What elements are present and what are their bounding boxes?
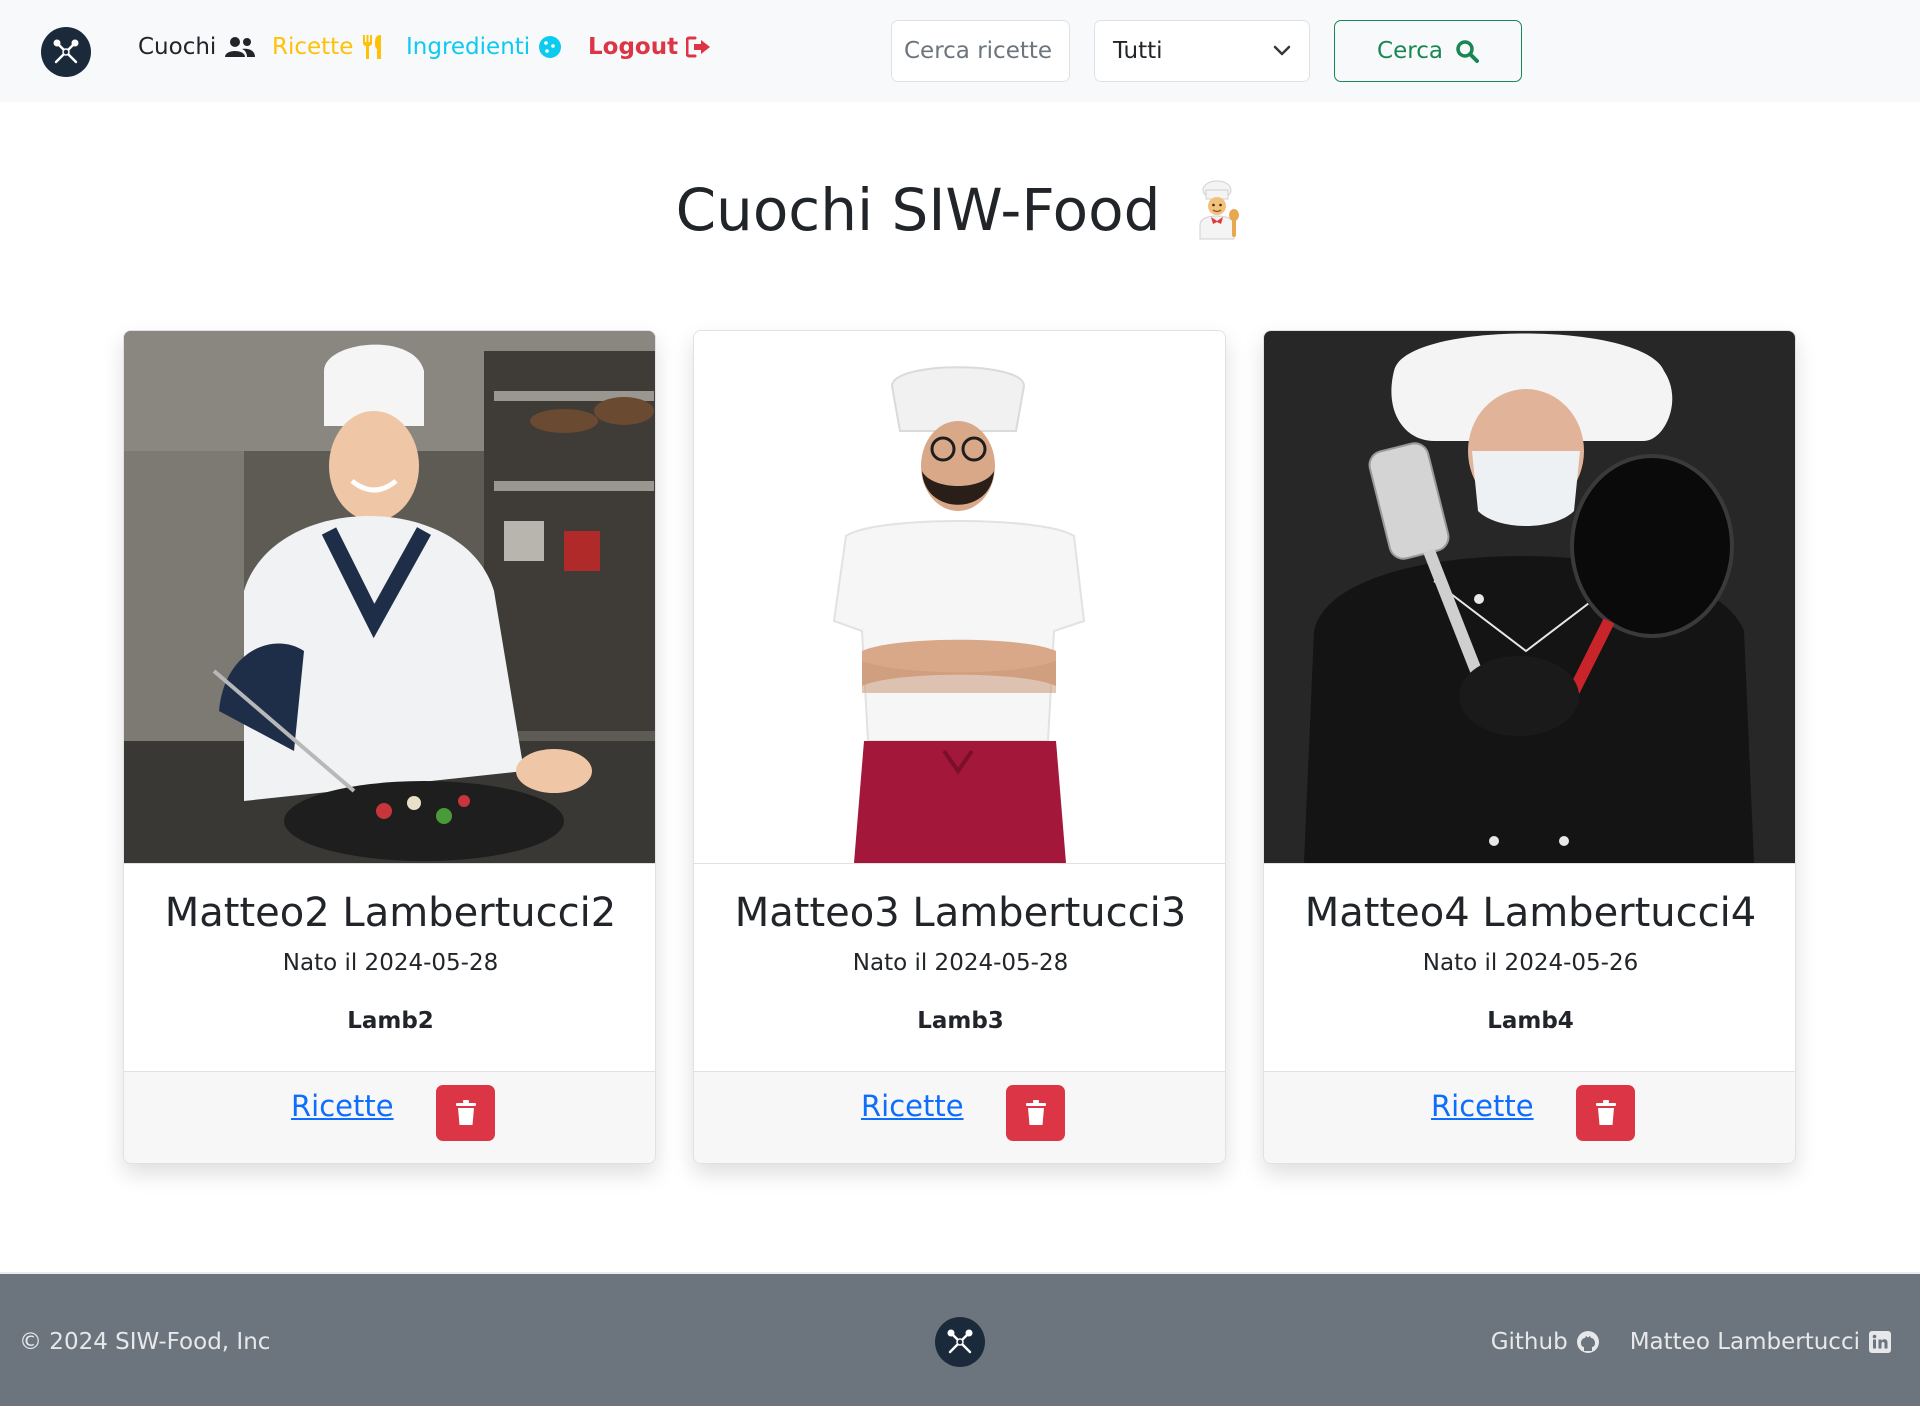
- chef-emoji-icon: [1199, 180, 1240, 240]
- chef-card-footer: Ricette: [1264, 1071, 1795, 1163]
- chef-photo-image: [694, 331, 1225, 863]
- nav-ricette-label: Ricette: [272, 34, 354, 60]
- chef-name: Matteo3 Lambertucci3: [734, 890, 1187, 936]
- footer-github-link[interactable]: Github: [1491, 1329, 1600, 1355]
- nav-ingredienti-label: Ingredienti: [406, 34, 531, 60]
- trash-icon: [455, 1100, 476, 1125]
- chef-photo: [694, 331, 1225, 863]
- chef-card: Matteo4 Lambertucci4 Nato il 2024-05-26 …: [1263, 330, 1796, 1164]
- chef-card-footer: Ricette: [694, 1071, 1225, 1163]
- footer-links: Github Matteo Lambertucci: [1491, 1329, 1892, 1355]
- chef-username: Lamb2: [347, 1008, 434, 1034]
- footer-github-label: Github: [1490, 1329, 1568, 1355]
- nav-logout-label: Logout: [588, 34, 679, 60]
- chef-name: Matteo4 Lambertucci4: [1304, 890, 1757, 936]
- users-icon: [225, 37, 256, 57]
- search-input[interactable]: [891, 20, 1070, 82]
- chef-birthdate: Nato il 2024-05-26: [1422, 950, 1639, 976]
- chef-card-body: Matteo2 Lambertucci2 Nato il 2024-05-28 …: [124, 863, 655, 1071]
- chef-birthdate: Nato il 2024-05-28: [852, 950, 1069, 976]
- chef-ricette-link[interactable]: Ricette: [1431, 1089, 1534, 1123]
- chef-card: Matteo3 Lambertucci3 Nato il 2024-05-28 …: [693, 330, 1226, 1164]
- nav-ricette[interactable]: Ricette: [272, 34, 385, 60]
- footer-logo[interactable]: [935, 1317, 985, 1367]
- chef-photo: [124, 331, 655, 863]
- brand-logo[interactable]: [41, 27, 91, 77]
- chef-photo: [1264, 331, 1795, 863]
- linkedin-icon: [1869, 1331, 1891, 1353]
- delete-chef-button[interactable]: [436, 1085, 495, 1141]
- cookie-icon: [539, 36, 562, 58]
- chef-birthdate: Nato il 2024-05-28: [282, 950, 499, 976]
- navbar: Cuochi Ricette Ingredienti Logout Cerca …: [0, 0, 1920, 102]
- delete-chef-button[interactable]: [1006, 1085, 1065, 1141]
- footer-copyright: © 2024 SIW-Food, Inc: [19, 1329, 271, 1355]
- chef-photo-image: [124, 331, 655, 863]
- github-icon: [1576, 1331, 1599, 1353]
- crossed-utensils-icon: [53, 39, 79, 64]
- delete-chef-button[interactable]: [1576, 1085, 1635, 1141]
- footer-linkedin-label: Matteo Lambertucci: [1629, 1329, 1860, 1355]
- utensils-icon: [363, 35, 382, 59]
- chef-name: Matteo2 Lambertucci2: [164, 890, 617, 936]
- nav-cuochi[interactable]: Cuochi: [138, 34, 256, 60]
- chef-ricette-link[interactable]: Ricette: [291, 1089, 394, 1123]
- chef-card-footer: Ricette: [124, 1071, 655, 1163]
- nav-ingredienti[interactable]: Ingredienti: [406, 34, 562, 60]
- chef-card: Matteo2 Lambertucci2 Nato il 2024-05-28 …: [123, 330, 656, 1164]
- footer-linkedin-link[interactable]: Matteo Lambertucci: [1630, 1329, 1892, 1355]
- chef-card-body: Matteo3 Lambertucci3 Nato il 2024-05-28 …: [694, 863, 1225, 1071]
- chef-card-body: Matteo4 Lambertucci4 Nato il 2024-05-26 …: [1264, 863, 1795, 1071]
- chef-ricette-link[interactable]: Ricette: [861, 1089, 964, 1123]
- search-icon: [1456, 40, 1479, 63]
- chef-username: Lamb3: [917, 1008, 1004, 1034]
- footer: © 2024 SIW-Food, Inc Github Matteo Lambe…: [0, 1272, 1920, 1406]
- page-title: Cuochi SIW-Food: [0, 176, 1920, 244]
- trash-icon: [1595, 1100, 1616, 1125]
- search-button[interactable]: Cerca: [1334, 20, 1522, 82]
- filter-select[interactable]: Tutti: [1094, 20, 1310, 82]
- crossed-utensils-icon: [947, 1329, 973, 1354]
- chef-username: Lamb4: [1487, 1008, 1574, 1034]
- filter-select-value: Tutti: [1113, 38, 1163, 64]
- trash-icon: [1025, 1100, 1046, 1125]
- search-button-label: Cerca: [1377, 38, 1443, 64]
- chevron-down-icon: [1273, 45, 1291, 56]
- page-title-text: Cuochi SIW-Food: [675, 176, 1161, 244]
- sign-out-icon: [686, 36, 711, 58]
- nav-logout[interactable]: Logout: [588, 34, 712, 60]
- chef-photo-image: [1264, 331, 1795, 863]
- nav-cuochi-label: Cuochi: [138, 34, 217, 60]
